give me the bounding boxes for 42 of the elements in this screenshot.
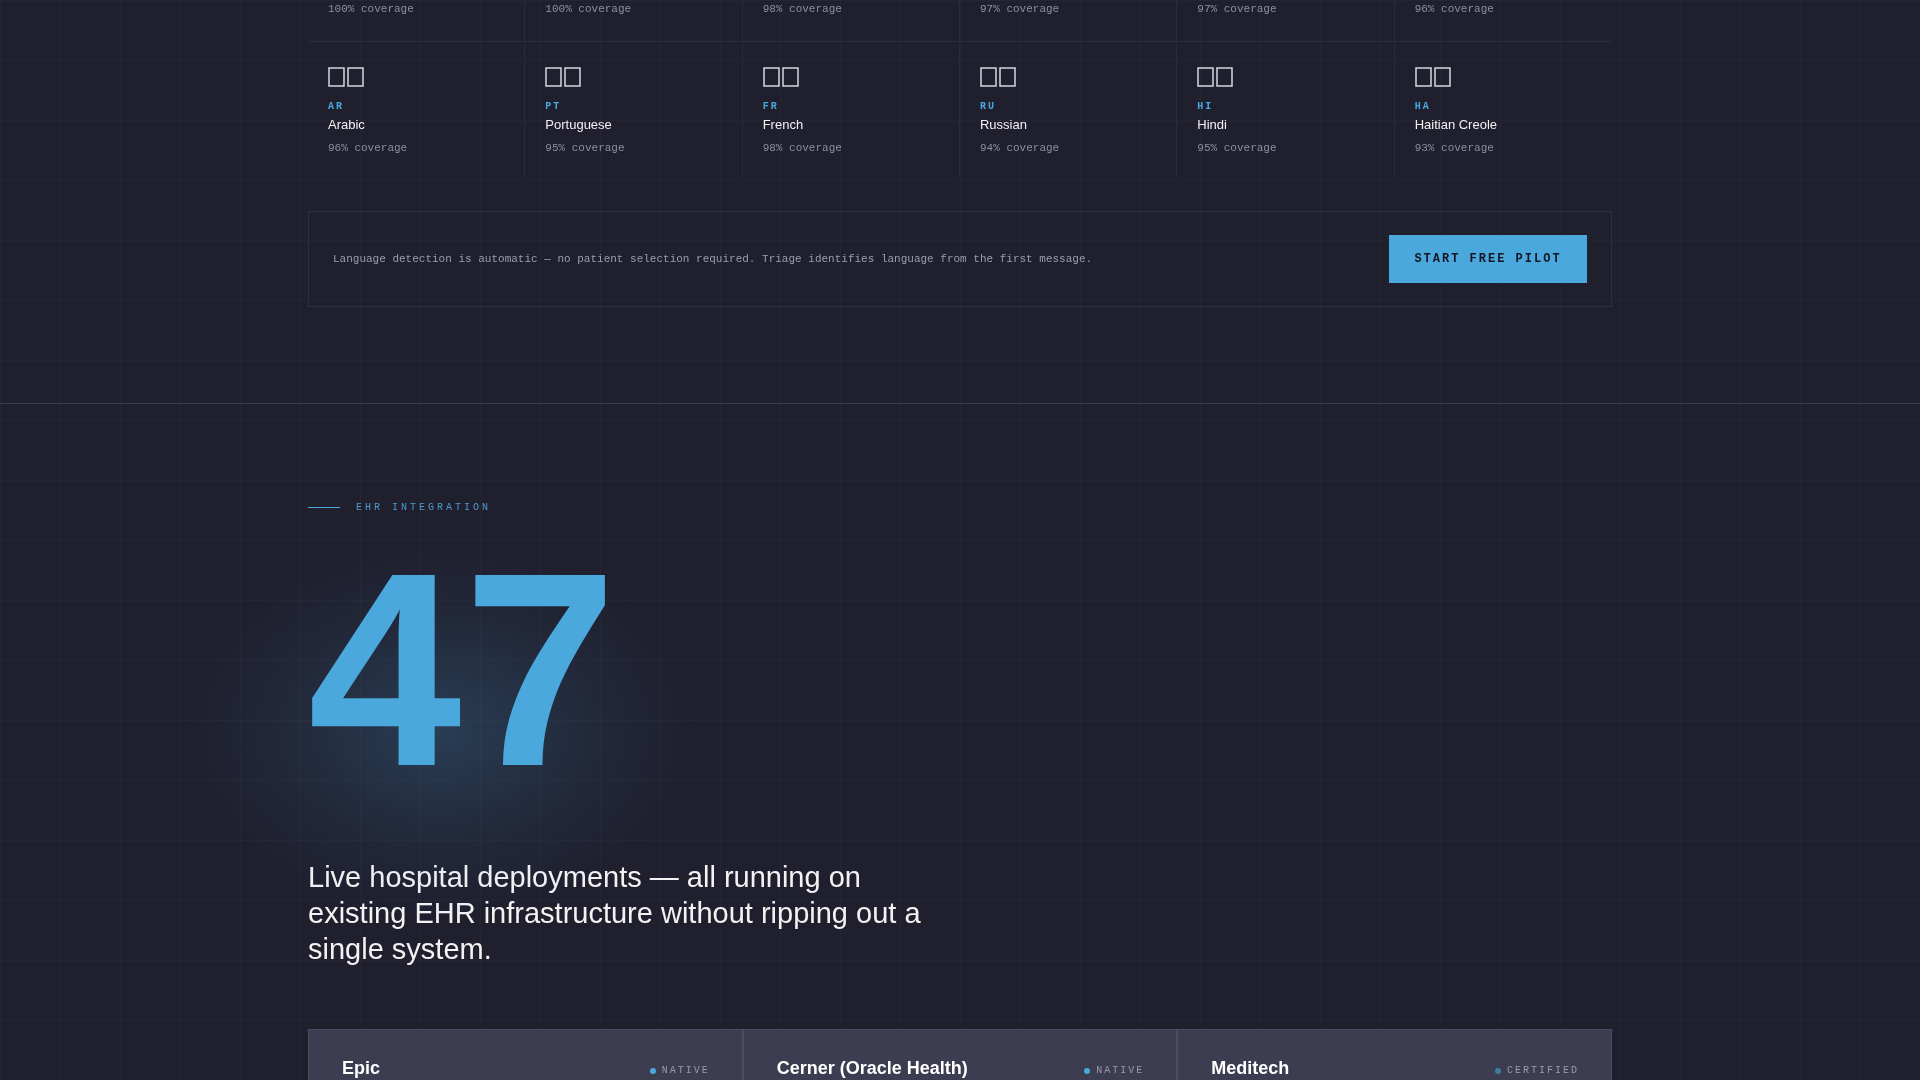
language-name: Arabic — [328, 117, 365, 132]
banner-text: Language detection is automatic — no patient selection required. Triage identifies language from the first message. — [333, 253, 1093, 265]
language-code: HI — [1197, 101, 1214, 112]
language-name: Russian — [980, 117, 1027, 132]
section-description: Live hospital deployments — all running on existing EHR infrastructure without ripping out a single system. — [308, 860, 922, 967]
language-code: PT — [545, 101, 562, 112]
integration-name: Epic — [342, 1058, 380, 1079]
accent-line — [308, 506, 340, 508]
language-code: AR — [328, 101, 344, 112]
coverage-text: 95% coverage — [1197, 142, 1277, 154]
missing-glyph-icon — [1197, 67, 1234, 87]
language-name: Hindi — [1197, 117, 1227, 132]
coverage-text: 98% coverage — [762, 3, 842, 15]
integration-status-label: CERTIFIED — [1506, 1065, 1579, 1076]
language-code: HA — [1414, 101, 1431, 112]
deployment-count: 47 — [308, 554, 619, 784]
missing-glyph-icon — [762, 67, 799, 87]
integration-name: Cerner (Oracle Health) — [776, 1058, 968, 1079]
coverage-text: 98% coverage — [762, 142, 842, 154]
coverage-text: 97% coverage — [1197, 3, 1277, 15]
coverage-text: 96% coverage — [328, 142, 408, 154]
missing-glyph-icon — [328, 67, 364, 87]
coverage-text: 97% coverage — [980, 3, 1060, 15]
coverage-text: 93% coverage — [1414, 142, 1494, 154]
integration-status-label: NATIVE — [1096, 1065, 1145, 1076]
integration-name: Meditech — [1211, 1058, 1290, 1079]
section-eyebrow: EHR INTEGRATION — [356, 501, 491, 513]
coverage-text: 95% coverage — [545, 142, 625, 154]
language-name: French — [762, 117, 804, 132]
coverage-text: 94% coverage — [980, 142, 1060, 154]
missing-glyph-icon — [545, 67, 582, 87]
missing-glyph-icon — [980, 67, 1016, 87]
coverage-text: 96% coverage — [1414, 3, 1494, 15]
language-name: Portuguese — [545, 117, 612, 132]
language-name: Haitian Creole — [1414, 117, 1498, 132]
language-code: RU — [980, 101, 996, 112]
language-code: FR — [762, 101, 779, 112]
coverage-text: 100% coverage — [328, 3, 414, 15]
coverage-text: 100% coverage — [545, 3, 632, 15]
integration-status-label: NATIVE — [661, 1065, 710, 1076]
missing-glyph-icon — [1414, 67, 1451, 87]
start-pilot-button[interactable]: START FREE PILOT — [1389, 235, 1587, 283]
